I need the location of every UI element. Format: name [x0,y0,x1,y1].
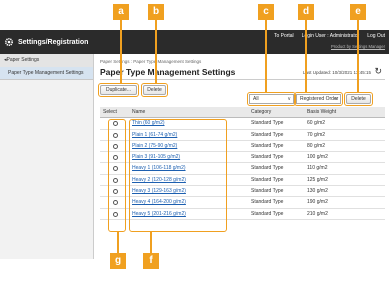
annotation-marker-c: c [258,4,274,20]
paper-type-category: Standard Type [251,142,284,149]
paper-type-category: Standard Type [251,188,284,195]
sidebar-item-paper-type-management[interactable]: Paper Type Management Settings [0,67,93,80]
paper-type-category: Standard Type [251,210,284,217]
annotation-guide-b [155,18,157,84]
annotation-marker-f: f [143,253,159,269]
paper-type-weight: 80 g/m2 [307,142,326,149]
app-brand: Settings/Registration [4,37,88,47]
annotation-ring-d [294,92,343,106]
paper-type-category: Standard Type [251,165,284,172]
paper-type-weight: 130 g/m2 [307,188,328,195]
refresh-icon[interactable]: ↻ [374,67,382,76]
column-header-select: Select [103,109,117,115]
annotation-guide-g [117,232,119,254]
annotation-ring-f [129,119,227,232]
paper-type-weight: 190 g/m2 [307,199,328,206]
annotation-ring-e [344,92,373,106]
annotation-guide-d [305,18,307,93]
logout-link[interactable]: Log Out [367,33,385,39]
app-title: Settings/Registration [18,38,89,46]
annotation-ring-g [108,119,126,232]
paper-type-category: Standard Type [251,120,284,127]
annotation-ring-b [141,83,168,97]
gear-icon [4,37,14,47]
column-header-category: Category [251,109,272,115]
annotation-ring-c [247,92,296,106]
paper-type-category: Standard Type [251,199,284,206]
breadcrumb: Paper Settings : Paper Type Management S… [100,59,202,64]
top-links: To Portal Login User : Administrator Log… [274,33,385,39]
annotation-guide-a [120,18,122,84]
paper-type-weight: 60 g/m2 [307,120,326,127]
sidebar-item-paper-settings[interactable]: ◂Paper Settings [0,54,93,67]
annotation-guide-f [150,232,152,254]
paper-type-weight: 125 g/m2 [307,176,328,183]
annotation-marker-e: e [350,4,366,20]
annotation-guide-e [357,18,359,93]
paper-type-weight: 210 g/m2 [307,210,328,217]
title-divider [100,79,385,80]
annotation-marker-a: a [113,4,129,20]
annotation-guide-c [265,18,267,93]
paper-type-weight: 100 g/m2 [307,154,328,161]
table-header: Select Name Category Basis Weight [100,107,385,119]
paper-type-category: Standard Type [251,176,284,183]
last-updated-text: Last Updated: 10/3/2021 13:45:15 [302,70,371,75]
annotation-marker-g: g [110,253,126,269]
column-header-weight: Basis Weight [307,109,337,115]
column-header-name: Name [132,109,146,115]
sidebar: ◂Paper Settings Paper Type Management Se… [0,54,94,259]
annotation-marker-d: d [298,4,314,20]
paper-type-weight: 110 g/m2 [307,165,328,172]
paper-type-category: Standard Type [251,131,284,138]
annotation-marker-b: b [148,4,164,20]
paper-type-category: Standard Type [251,154,284,161]
login-user-text: Login User : Administrator [301,33,360,39]
portal-link[interactable]: To Portal [274,33,294,39]
paper-type-weight: 70 g/m2 [307,131,326,138]
header-bar: Settings/Registration To Portal Login Us… [0,30,389,54]
annotation-ring-a [98,83,139,97]
